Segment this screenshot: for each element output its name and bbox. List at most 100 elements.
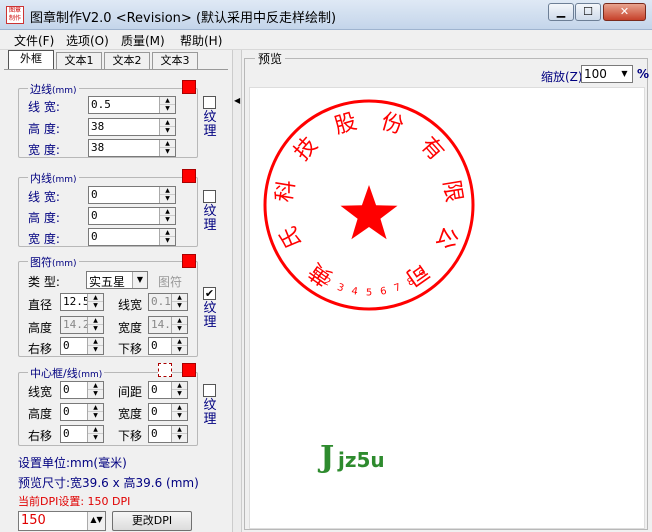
border-line-width-input[interactable]: 0.5 ▲ ▼ (88, 96, 176, 114)
border-texture-label: 纹理 (203, 110, 217, 139)
unit-info: 设置单位:mm(毫米) (18, 456, 127, 470)
stamp-digit: 5 (366, 288, 372, 299)
symbol-line-width-label: 线宽 (118, 298, 143, 312)
preview-panel: 预览 缩放(Z) 100 ▼ % 黄氏科技股份有限公司 123456789 (242, 50, 652, 532)
symbol-type-select[interactable]: 实五星 ▼ (86, 271, 148, 289)
inner-color-swatch[interactable] (182, 169, 196, 183)
symbol-line-width-input[interactable]: 0.1 ▲ ▼ (148, 293, 188, 311)
stamp-char: 科 (272, 178, 300, 204)
border-group-title: 边线(mm) (28, 81, 79, 97)
stamp-digit: 4 (350, 286, 358, 298)
border-texture-checkbox[interactable] (203, 96, 216, 109)
close-button[interactable]: ✕ (603, 3, 646, 21)
center-style-button[interactable] (158, 363, 172, 377)
symbol-right-input[interactable]: 0 ▲ ▼ (60, 337, 104, 355)
symbol-height-input[interactable]: 14.2 ▲ ▼ (60, 316, 104, 334)
center-height-label: 高度 (28, 407, 53, 421)
border-width-label: 宽 度: (28, 143, 60, 157)
stamp-char: 公 (431, 223, 463, 253)
window-title: 图章制作V2.0 <Revision> (默认采用中反走样绘制) (30, 11, 337, 26)
stamp-char: 黄 (305, 257, 337, 290)
symbol-diameter-label: 直径 (28, 298, 53, 312)
center-spacing-label: 间距 (118, 385, 143, 399)
center-texture-label: 纹理 (203, 398, 217, 427)
menu-quality[interactable]: 质量(M) (121, 32, 165, 49)
symbol-width-input[interactable]: 14.2 ▲ ▼ (148, 316, 188, 334)
center-right-input[interactable]: 0 ▲ ▼ (60, 425, 104, 443)
stamp-char: 司 (401, 257, 433, 290)
stamp-char: 技 (290, 133, 323, 166)
panel-splitter[interactable]: ◀ (232, 50, 242, 532)
border-height-label: 高 度: (28, 122, 60, 136)
symbol-group-title: 图符(mm) (28, 254, 79, 270)
center-down-input[interactable]: 0 ▲ ▼ (148, 425, 188, 443)
stamp-char: 股 (332, 109, 360, 139)
tab-text2[interactable]: 文本2 (104, 52, 150, 70)
stamp-image: 黄氏科技股 份有限公司 12 3 4 5 6 7 89 (263, 99, 475, 311)
zoom-label: 缩放(Z) (541, 70, 583, 84)
border-color-swatch[interactable] (182, 80, 196, 94)
symbol-color-swatch[interactable] (182, 254, 196, 268)
title-bar[interactable]: 图章制作 图章制作V2.0 <Revision> (默认采用中反走样绘制) ▁ … (0, 0, 652, 30)
stamp-digit: 3 (336, 282, 346, 294)
symbol-texture-label: 纹理 (203, 301, 217, 330)
watermark-text: jz5u (338, 448, 385, 472)
symbol-down-label: 下移 (118, 342, 143, 356)
symbol-height-label: 高度 (28, 321, 53, 335)
center-color-swatch[interactable] (182, 363, 196, 377)
border-width-input[interactable]: 38 ▲ ▼ (88, 139, 176, 157)
menu-file[interactable]: 文件(F) (14, 32, 54, 49)
stamp-digit: 6 (379, 286, 387, 298)
dpi-input[interactable]: 150 ▲▼ (18, 511, 106, 531)
menu-bar: 文件(F) 选项(O) 质量(M) 帮助(H) (0, 30, 652, 50)
change-dpi-button[interactable]: 更改DPI (112, 511, 192, 531)
inner-texture-checkbox[interactable] (203, 190, 216, 203)
inner-width-input[interactable]: 0 ▲ ▼ (88, 228, 176, 246)
stamp-char: 有 (415, 133, 448, 166)
symbol-diameter-input[interactable]: 12.5 ▲ ▼ (60, 293, 104, 311)
center-width-label: 宽度 (118, 407, 143, 421)
symbol-width-label: 宽度 (118, 321, 143, 335)
center-right-label: 右移 (28, 429, 53, 443)
inner-group-title: 内线(mm) (28, 170, 79, 186)
inner-height-label: 高 度: (28, 211, 60, 225)
settings-panel: 外框 文本1 文本2 文本3 边线(mm) 线 宽: 0.5 ▲ ▼ 高 度: 38… (0, 50, 232, 532)
center-line-width-input[interactable]: 0 ▲ ▼ (60, 381, 104, 399)
minimize-button[interactable]: ▁ (548, 3, 574, 21)
zoom-select[interactable]: 100 ▼ (581, 65, 633, 83)
center-down-label: 下移 (118, 429, 143, 443)
inner-height-input[interactable]: 0 ▲ ▼ (88, 207, 176, 225)
menu-options[interactable]: 选项(O) (66, 32, 109, 49)
stamp-digit: 7 (393, 282, 403, 294)
center-line-width-label: 线宽 (28, 385, 53, 399)
center-group-title: 中心框/线(mm) (28, 365, 105, 381)
maximize-button[interactable]: ☐ (575, 3, 601, 21)
menu-help[interactable]: 帮助(H) (180, 32, 222, 49)
border-height-input[interactable]: 38 ▲ ▼ (88, 118, 176, 136)
center-height-input[interactable]: 0 ▲ ▼ (60, 403, 104, 421)
symbol-image-button[interactable]: 图符 (158, 273, 182, 290)
preview-canvas[interactable]: 黄氏科技股份有限公司 123456789 (249, 87, 645, 529)
preview-size-info: 预览尺寸:宽39.6 x 高39.6 (mm) (18, 476, 199, 490)
preview-title: 预览 (255, 50, 286, 67)
tab-frame[interactable]: 外框 (8, 50, 54, 70)
stamp-char: 份 (378, 109, 406, 139)
collapse-arrow-icon[interactable]: ◀ (234, 96, 240, 105)
tab-text3[interactable]: 文本3 (152, 52, 198, 70)
dpi-info: 当前DPI设置: 150 DPI (18, 495, 131, 508)
preview-group: 预览 缩放(Z) 100 ▼ % 黄氏科技股份有限公司 123456789 (244, 50, 650, 530)
stamp-preview: 黄氏科技股份有限公司 123456789 (252, 88, 486, 322)
symbol-texture-checkbox[interactable]: ✔ (203, 287, 216, 300)
symbol-type-label: 类 型: (28, 275, 60, 289)
stamp-char: 氏 (276, 223, 308, 253)
center-spacing-input[interactable]: 0 ▲ ▼ (148, 381, 188, 399)
zoom-percent: % (637, 67, 650, 81)
inner-line-width-label: 线 宽: (28, 190, 60, 204)
inner-line-width-input[interactable]: 0 ▲ ▼ (88, 186, 176, 204)
center-width-input[interactable]: 0 ▲ ▼ (148, 403, 188, 421)
tab-text1[interactable]: 文本1 (56, 52, 102, 70)
symbol-down-input[interactable]: 0 ▲ ▼ (148, 337, 188, 355)
center-texture-checkbox[interactable] (203, 384, 216, 397)
stamp-char: 限 (438, 178, 466, 204)
inner-texture-label: 纹理 (203, 204, 217, 233)
